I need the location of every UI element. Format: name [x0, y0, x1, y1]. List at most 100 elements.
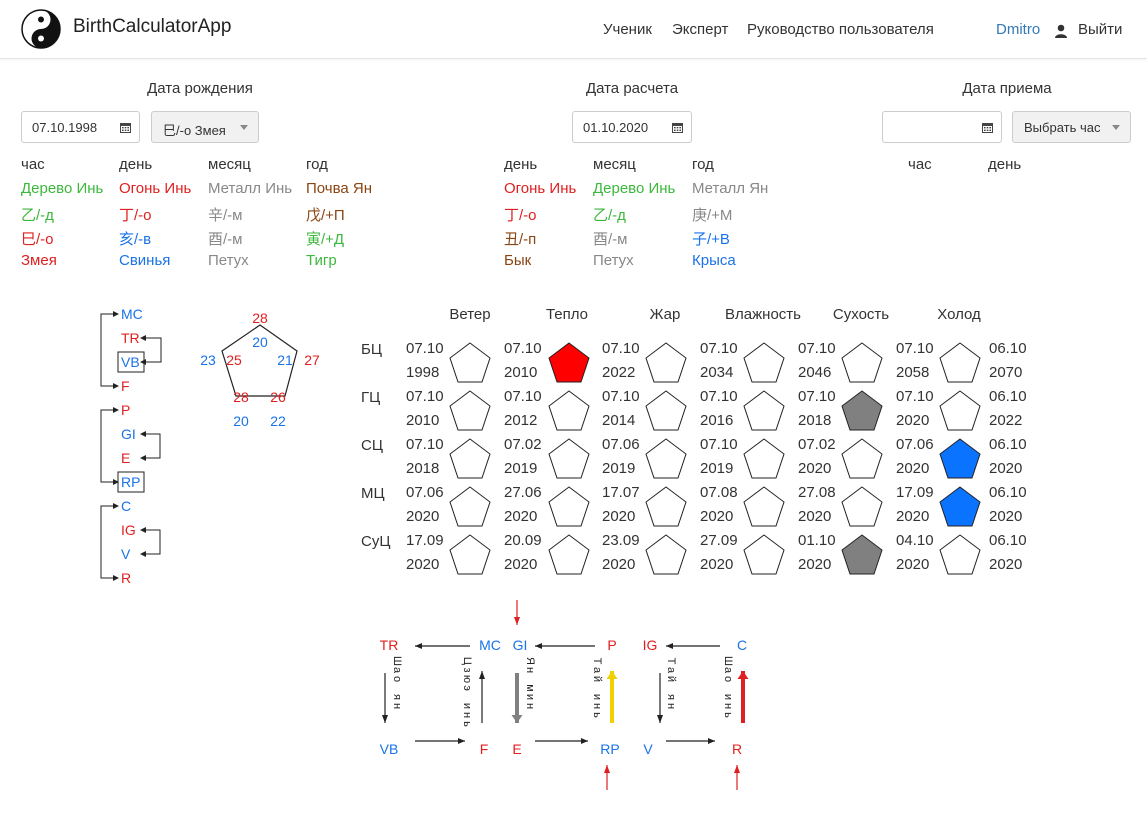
climate-pentagon-white[interactable] [447, 485, 493, 529]
flow-vertical-text: Я [524, 657, 536, 665]
climate-pentagon-white[interactable] [546, 437, 592, 481]
climate-pentagon-red[interactable] [546, 341, 592, 385]
brand-title[interactable]: BirthCalculatorApp [73, 16, 231, 38]
climate-pentagon-white[interactable] [546, 533, 592, 577]
pentagon-number: 26 [270, 389, 286, 405]
calc-pillar-branch: 酉/-м [593, 231, 628, 248]
birth-pillar-animal: Свинья [119, 252, 171, 269]
climate-pentagon-white[interactable] [741, 341, 787, 385]
nav-link-user-guide[interactable]: Руководство пользователя [747, 21, 934, 38]
flow-vertical-text: н [591, 703, 603, 709]
pentagon-number: 28 [252, 310, 268, 326]
reception-hour-select[interactable]: Выбрать час [1012, 111, 1131, 143]
flow-vertical-text: Т [665, 658, 677, 665]
pentagon-number: 20 [233, 413, 249, 429]
climate-pentagon-white[interactable] [839, 485, 885, 529]
calc-date-input[interactable]: 01.10.2020 [572, 111, 692, 143]
climate-date-year: 2020 [504, 508, 538, 525]
climate-pentagon-white[interactable] [643, 485, 689, 529]
birth-pillar-header: день [119, 156, 153, 173]
birth-pillar-animal: Петух [208, 252, 249, 269]
climate-pentagon-blue[interactable] [937, 437, 983, 481]
climate-date-day: 07.10 [896, 388, 934, 405]
climate-pentagon-white[interactable] [839, 341, 885, 385]
climate-date-year: 2019 [602, 460, 636, 477]
climate-date-day: 07.10 [798, 340, 836, 357]
climate-date-day: 06.10 [989, 340, 1027, 357]
climate-pentagon-white[interactable] [839, 437, 885, 481]
user-name-link[interactable]: Dmitro [996, 21, 1040, 38]
flow-bottom-label: R [732, 741, 742, 757]
birth-date-input[interactable]: 07.10.1998 [21, 111, 140, 143]
meridian-label: E [121, 450, 130, 466]
flow-vertical-text: э [461, 685, 473, 691]
climate-pentagon-white[interactable] [937, 341, 983, 385]
reception-date-input[interactable] [882, 111, 1002, 143]
climate-pentagon-gray[interactable] [839, 533, 885, 577]
climate-date-year: 2022 [602, 364, 636, 381]
climate-date-year: 2020 [896, 556, 930, 573]
calc-pillar-animal: Бык [504, 252, 532, 269]
climate-date-day: 07.10 [406, 340, 444, 357]
flow-bottom-label: F [480, 741, 489, 757]
climate-pentagon-white[interactable] [741, 533, 787, 577]
climate-row-label: ГЦ [361, 389, 381, 406]
logout-link[interactable]: Выйти [1078, 21, 1122, 38]
meridian-label: R [121, 570, 131, 586]
climate-date-year: 2034 [700, 364, 734, 381]
climate-date-year: 2020 [989, 508, 1023, 525]
climate-pentagon-blue[interactable] [937, 485, 983, 529]
climate-pentagon-white[interactable] [447, 437, 493, 481]
climate-date-day: 07.10 [602, 340, 640, 357]
calc-pillar-header: день [504, 156, 538, 173]
pentagon-number: 23 [200, 352, 216, 368]
birth-hour-select[interactable]: 巳/-о Змея [151, 111, 259, 143]
meridian-label: V [121, 546, 131, 562]
birth-pillar-element: Почва Ян [306, 180, 373, 197]
flow-bottom-label: V [643, 741, 653, 757]
chevron-down-icon [1112, 125, 1120, 130]
climate-date-year: 2019 [700, 460, 734, 477]
climate-pentagon-gray[interactable] [839, 389, 885, 433]
yin-yang-icon[interactable] [21, 9, 61, 49]
climate-pentagon-white[interactable] [741, 485, 787, 529]
climate-pentagon-white[interactable] [937, 533, 983, 577]
calc-pillar-element: Дерево Инь [593, 180, 676, 197]
climate-pentagon-white[interactable] [546, 389, 592, 433]
climate-date-year: 2020 [700, 508, 734, 525]
flow-vertical-text: н [665, 703, 677, 709]
birth-pillar-stem: 辛/-м [208, 207, 243, 224]
climate-pentagon-white[interactable] [447, 389, 493, 433]
meridian-label: MC [121, 306, 143, 322]
climate-pentagon-white[interactable] [447, 341, 493, 385]
climate-pentagon-white[interactable] [937, 389, 983, 433]
climate-pentagon-white[interactable] [741, 437, 787, 481]
climate-date-day: 07.10 [406, 436, 444, 453]
climate-date-day: 07.02 [798, 436, 836, 453]
climate-pentagon-white[interactable] [643, 389, 689, 433]
climate-pentagon-white[interactable] [643, 341, 689, 385]
climate-date-year: 2020 [798, 508, 832, 525]
birth-hour-value: 巳/-о Змея [163, 123, 226, 138]
climate-pentagon-white[interactable] [643, 533, 689, 577]
calc-pillar-stem: 乙/-д [593, 207, 626, 224]
climate-pentagon-white[interactable] [643, 437, 689, 481]
navbar: BirthCalculatorApp Ученик Эксперт Руково… [0, 0, 1147, 59]
climate-pentagon-white[interactable] [447, 533, 493, 577]
meridian-flow-diagram: TR MC GI P IG CVB F E RP V RШаоянЦзюэиньЯнминТайин… [380, 600, 749, 790]
flow-top-label: MC [479, 637, 501, 653]
meridian-label: TR [121, 330, 140, 346]
flow-vertical-text: н [461, 712, 473, 718]
climate-pentagon-white[interactable] [546, 485, 592, 529]
climate-date-day: 27.06 [504, 484, 542, 501]
climate-pentagon-white[interactable] [741, 389, 787, 433]
climate-date-year: 2020 [989, 460, 1023, 477]
flow-vertical-text: и [461, 703, 473, 709]
calc-pillar-animal: Петух [593, 252, 634, 269]
nav-link-student[interactable]: Ученик [603, 21, 652, 38]
flow-vertical-text: ь [461, 721, 473, 727]
flow-vertical-text: м [524, 684, 536, 692]
nav-link-expert[interactable]: Эксперт [672, 21, 728, 38]
flow-vertical-text: и [722, 694, 734, 700]
meridian-label: P [121, 402, 130, 418]
